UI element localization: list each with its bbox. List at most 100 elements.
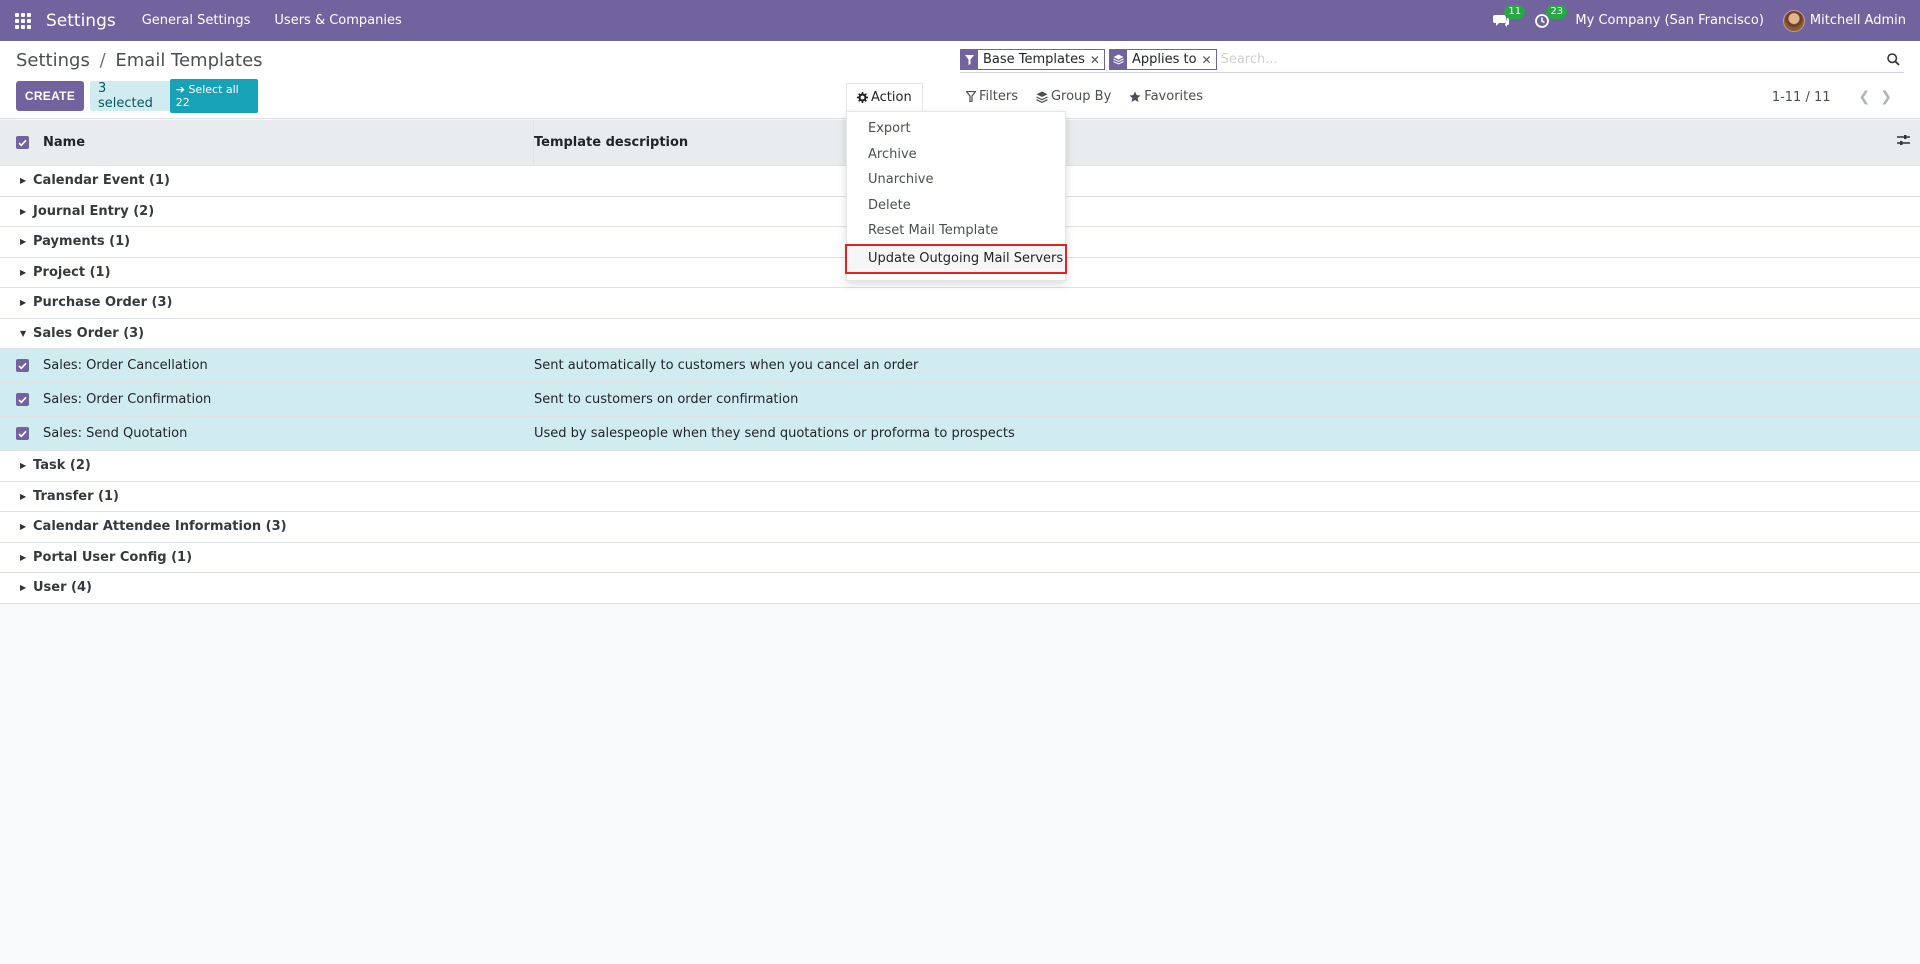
cell-name: Sales: Order Confirmation bbox=[43, 392, 212, 407]
favorites-label: Favorites bbox=[1144, 89, 1204, 104]
app-title[interactable]: Settings bbox=[46, 11, 116, 31]
action-button[interactable]: Action bbox=[846, 83, 923, 111]
caret-right-icon: ▶ bbox=[20, 522, 27, 532]
group-label: Journal Entry (2) bbox=[33, 203, 155, 219]
table-row[interactable]: Sales: Order Confirmation Sent to custom… bbox=[0, 383, 1920, 417]
page-title: Email Templates bbox=[115, 50, 263, 71]
caret-right-icon: ▶ bbox=[20, 206, 27, 216]
arrow-right-icon: ➔ bbox=[175, 83, 185, 96]
menu-item-export[interactable]: Export bbox=[847, 116, 1065, 142]
caret-down-icon: ▼ bbox=[20, 328, 27, 338]
search-bar: Base Templates ✕ Applies to ✕ bbox=[960, 47, 1904, 73]
column-settings-icon[interactable] bbox=[1897, 134, 1910, 150]
filter-icon bbox=[966, 91, 976, 102]
activities-systray[interactable]: 23 bbox=[1535, 4, 1568, 28]
filters-button[interactable]: Filters bbox=[966, 89, 1018, 104]
caret-right-icon: ▶ bbox=[20, 491, 27, 501]
breadcrumb-separator: / bbox=[99, 50, 106, 71]
checkbox-checked-icon bbox=[15, 359, 29, 372]
layers-icon bbox=[1036, 91, 1048, 103]
star-icon bbox=[1129, 91, 1141, 102]
select-all-checkbox[interactable] bbox=[0, 120, 43, 166]
group-row[interactable]: ▶ Transfer (1) bbox=[0, 481, 1920, 512]
filter-icon bbox=[961, 50, 978, 69]
messages-badge: 11 bbox=[1504, 4, 1526, 19]
facet-label: Base Templates bbox=[983, 52, 1085, 67]
user-name: Mitchell Admin bbox=[1809, 13, 1906, 28]
pager: 1-11 / 11 ❮ ❯ bbox=[1772, 89, 1892, 105]
group-label: Purchase Order (3) bbox=[33, 295, 173, 311]
facet-label: Applies to bbox=[1131, 52, 1197, 67]
create-button[interactable]: CREATE bbox=[16, 81, 84, 111]
activities-badge: 23 bbox=[1546, 4, 1568, 19]
avatar bbox=[1782, 9, 1805, 32]
group-row[interactable]: ▶ User (4) bbox=[0, 573, 1920, 604]
table-row[interactable]: Sales: Send Quotation Used by salespeopl… bbox=[0, 417, 1920, 451]
layers-icon bbox=[1109, 50, 1127, 69]
caret-right-icon: ▶ bbox=[20, 583, 27, 593]
row-checkbox[interactable] bbox=[0, 393, 43, 406]
cell-name: Sales: Send Quotation bbox=[43, 426, 188, 441]
user-menu[interactable]: Mitchell Admin bbox=[1782, 9, 1906, 32]
search-icon[interactable] bbox=[1882, 53, 1904, 66]
caret-right-icon: ▶ bbox=[20, 176, 27, 186]
group-label: Project (1) bbox=[33, 264, 111, 280]
top-navbar: Settings General Settings Users & Compan… bbox=[0, 0, 1920, 41]
cell-description: Used by salespeople when they send quota… bbox=[534, 426, 1015, 441]
selected-count: 3 selected bbox=[98, 81, 153, 111]
messages-systray[interactable]: 11 bbox=[1493, 4, 1526, 28]
selection-info: 3 selected ➔ Select all 22 bbox=[90, 79, 258, 113]
group-label: Sales Order (3) bbox=[33, 325, 145, 341]
column-header-description[interactable]: Template description bbox=[534, 135, 1920, 150]
group-list-after: ▶ Task (2) ▶ Transfer (1) ▶ Calendar Attend… bbox=[0, 451, 1920, 604]
select-all-button[interactable]: ➔ Select all 22 bbox=[169, 79, 258, 113]
company-switcher[interactable]: My Company (San Francisco) bbox=[1575, 13, 1763, 28]
chevron-left-icon[interactable]: ❮ bbox=[1859, 89, 1871, 105]
caret-right-icon: ▶ bbox=[20, 237, 27, 247]
group-by-button[interactable]: Group By bbox=[1036, 89, 1111, 104]
chevron-right-icon[interactable]: ❯ bbox=[1880, 89, 1892, 105]
facet-base-templates: Base Templates ✕ bbox=[960, 49, 1105, 70]
menu-item-unarchive[interactable]: Unarchive bbox=[847, 167, 1065, 193]
column-header-name[interactable]: Name bbox=[43, 119, 534, 166]
favorites-button[interactable]: Favorites bbox=[1129, 89, 1203, 104]
breadcrumb-parent[interactable]: Settings bbox=[16, 50, 90, 71]
pager-value[interactable]: 1-11 / 11 bbox=[1772, 90, 1831, 105]
group-row[interactable]: ▶ Purchase Order (3) bbox=[0, 288, 1920, 319]
search-input[interactable] bbox=[1220, 49, 1882, 70]
group-by-label: Group By bbox=[1050, 89, 1112, 104]
group-label: User (4) bbox=[33, 580, 92, 596]
table-row[interactable]: Sales: Order Cancellation Sent automatic… bbox=[0, 349, 1920, 383]
gear-icon bbox=[857, 92, 868, 103]
menu-item-delete[interactable]: Delete bbox=[847, 193, 1065, 219]
group-label: Portal User Config (1) bbox=[33, 549, 193, 565]
checkbox-checked-icon bbox=[15, 427, 29, 440]
menu-users-companies[interactable]: Users & Companies bbox=[274, 13, 401, 28]
menu-general-settings[interactable]: General Settings bbox=[142, 13, 251, 28]
checkbox-checked-icon bbox=[15, 136, 29, 149]
action-dropdown-menu: Export Archive Unarchive Delete Reset Ma… bbox=[845, 111, 1067, 281]
row-checkbox[interactable] bbox=[0, 359, 43, 372]
close-icon[interactable]: ✕ bbox=[1202, 53, 1216, 67]
caret-right-icon: ▶ bbox=[20, 267, 27, 277]
group-row[interactable]: ▶ Portal User Config (1) bbox=[0, 542, 1920, 573]
menu-item-reset-mail-template[interactable]: Reset Mail Template bbox=[847, 218, 1065, 244]
caret-right-icon: ▶ bbox=[20, 461, 27, 471]
menu-item-archive[interactable]: Archive bbox=[847, 142, 1065, 168]
apps-menu-icon[interactable] bbox=[0, 0, 46, 41]
breadcrumb: Settings / Email Templates bbox=[16, 50, 263, 71]
row-checkbox[interactable] bbox=[0, 427, 43, 440]
group-label: Task (2) bbox=[33, 458, 91, 474]
group-row[interactable]: ▶ Task (2) bbox=[0, 451, 1920, 482]
group-label: Calendar Event (1) bbox=[33, 173, 170, 189]
group-row-open[interactable]: ▼ Sales Order (3) bbox=[0, 318, 1920, 349]
group-row[interactable]: ▶ Calendar Attendee Information (3) bbox=[0, 512, 1920, 543]
close-icon[interactable]: ✕ bbox=[1090, 53, 1104, 67]
select-all-label: Select all 22 bbox=[175, 83, 239, 109]
group-label: Payments (1) bbox=[33, 234, 131, 250]
menu-item-update-outgoing-mail-servers[interactable]: Update Outgoing Mail Servers bbox=[845, 243, 1067, 274]
cell-name: Sales: Order Cancellation bbox=[43, 358, 208, 373]
filters-label: Filters bbox=[979, 89, 1018, 104]
caret-right-icon: ▶ bbox=[20, 552, 27, 562]
group-label: Calendar Attendee Information (3) bbox=[33, 519, 287, 535]
